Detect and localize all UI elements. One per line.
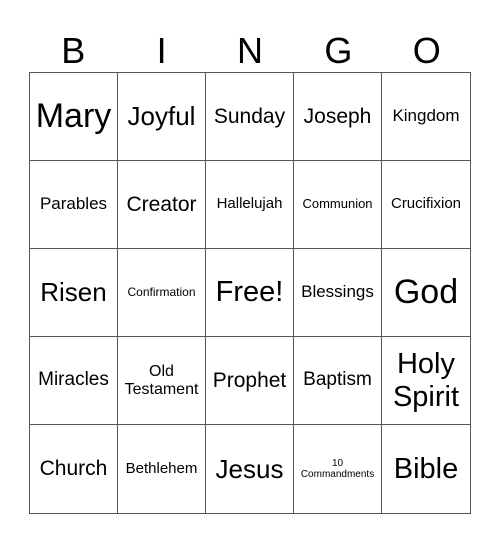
bingo-cell[interactable]: Risen (30, 249, 118, 337)
bingo-card: Mary Joyful Sunday Joseph Kingdom Parabl… (29, 72, 471, 514)
bingo-cell[interactable]: Miracles (30, 337, 118, 425)
bingo-cell[interactable]: Church (30, 425, 118, 513)
bingo-cell[interactable]: 10 Commandments (294, 425, 382, 513)
bingo-cell[interactable]: Joseph (294, 73, 382, 161)
header-letter-b: B (61, 30, 86, 71)
bingo-cell[interactable]: Kingdom (382, 73, 470, 161)
bingo-cell[interactable]: Crucifixion (382, 161, 470, 249)
bingo-cell[interactable]: Baptism (294, 337, 382, 425)
bingo-cell[interactable]: God (382, 249, 470, 337)
bingo-cell[interactable]: Blessings (294, 249, 382, 337)
header-letter-i: I (156, 30, 167, 71)
header-letter-g: G (324, 30, 353, 71)
bingo-cell[interactable]: Confirmation (118, 249, 206, 337)
bingo-cell[interactable]: Jesus (206, 425, 294, 513)
bingo-cell[interactable]: Bethlehem (118, 425, 206, 513)
bingo-cell[interactable]: Parables (30, 161, 118, 249)
bingo-cell[interactable]: Prophet (206, 337, 294, 425)
bingo-cell[interactable]: Creator (118, 161, 206, 249)
bingo-cell[interactable]: Communion (294, 161, 382, 249)
bingo-cell[interactable]: Hallelujah (206, 161, 294, 249)
bingo-cell[interactable]: Old Testament (118, 337, 206, 425)
header-letter-o: O (412, 30, 441, 71)
bingo-cell[interactable]: Mary (30, 73, 118, 161)
bingo-cell[interactable]: Sunday (206, 73, 294, 161)
bingo-header: B I N G O (29, 30, 471, 72)
header-letter-n: N (236, 30, 263, 71)
free-space[interactable]: Free! (206, 249, 294, 337)
bingo-cell[interactable]: Joyful (118, 73, 206, 161)
bingo-cell[interactable]: Bible (382, 425, 470, 513)
bingo-cell[interactable]: Holy Spirit (382, 337, 470, 425)
